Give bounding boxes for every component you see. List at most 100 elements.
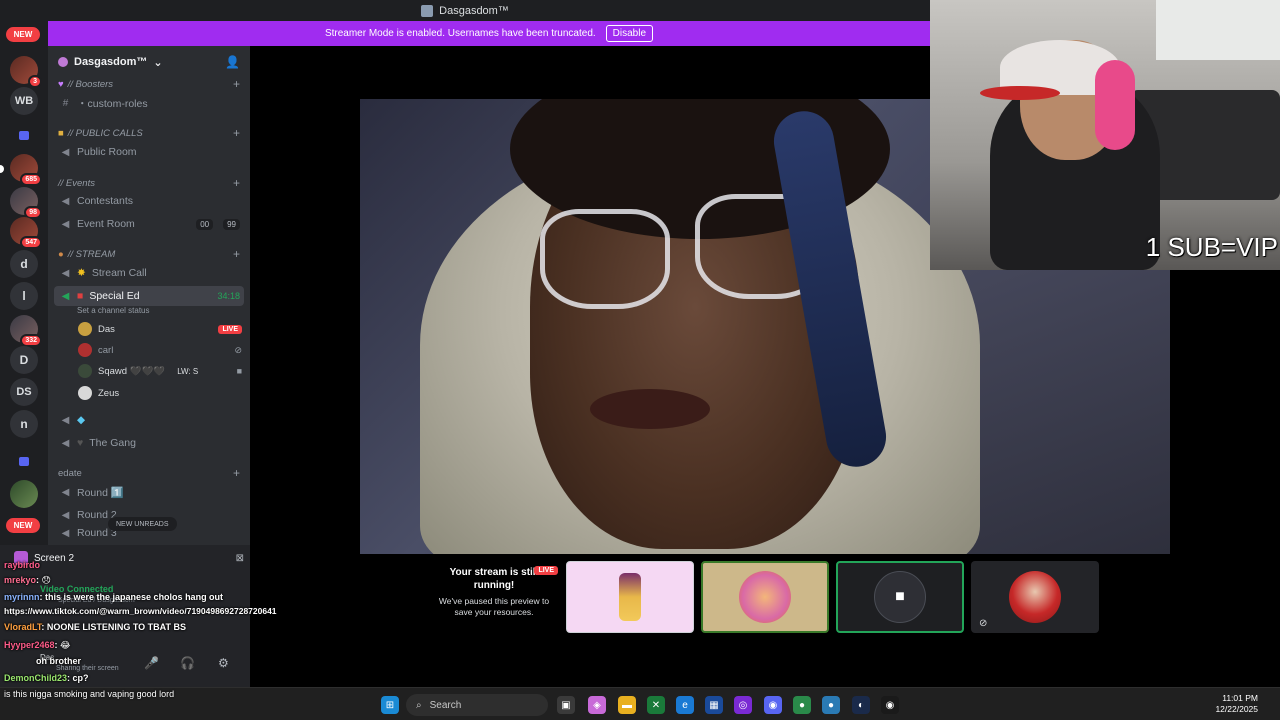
speaker-icon: ◀ [61,509,70,521]
headphones-icon [1095,60,1135,150]
channel-diamond[interactable]: ◀ ◆ [54,410,244,430]
chat-message: VloradLT: NOONE LISTENING TO TBAT BS [4,622,186,632]
server-d[interactable]: d [10,250,38,278]
server-icon[interactable] [10,480,38,508]
app-icon[interactable]: ◎ [734,696,752,714]
copilot-icon[interactable]: ◈ [588,696,606,714]
category-boosters[interactable]: ♥ // Boosters + [58,77,240,91]
voice-member[interactable]: Sqawd 🖤🖤🖤 LW: S ■ [78,362,242,380]
channel-stream-call[interactable]: ◀ ✸ Stream Call [54,263,244,283]
participant-tile[interactable] [566,561,694,633]
new-pill-bottom[interactable]: NEW [6,518,40,533]
plus-icon[interactable]: + [233,466,240,480]
guild-header[interactable]: Dasgasdom™ ⌄ 👤 [48,46,250,78]
system-clock[interactable]: 11:01 PM 12/22/2025 [1215,693,1258,715]
paused-body: We've paused this preview to save your r… [438,596,550,617]
channel-event-room[interactable]: ◀ Event Room 00 99 [54,214,244,234]
chat-user: mrekyo [4,575,37,585]
headphones-icon[interactable]: 🎧 [180,656,195,670]
channel-contestants[interactable]: ◀ Contestants [54,191,244,211]
server-icon[interactable]: 685 [10,154,42,186]
channel-label: The Gang [89,437,136,449]
file-explorer-icon[interactable]: ▬ [618,696,636,714]
gear-icon[interactable]: ⚙ [218,656,229,670]
add-user-icon[interactable]: 👤 [225,55,240,69]
edge-icon[interactable]: e [676,696,694,714]
disable-streamer-mode-button[interactable]: Disable [605,25,654,42]
server-D[interactable]: D [10,346,38,374]
call-timer: 34:18 [217,291,240,301]
participant-tile[interactable]: ⊘ [971,561,1099,633]
user-count-current: 00 [196,218,214,230]
store-icon[interactable]: ▦ [705,696,723,714]
app-icon [421,4,434,17]
server-icon[interactable]: 332 [10,315,42,347]
server-n[interactable]: n [10,410,38,438]
avatar [1009,571,1061,623]
participant-tile[interactable] [701,561,829,633]
live-badge: LIVE [534,566,558,575]
chat-message: DemonChild23: cp? [4,673,89,683]
folder-icon[interactable] [10,447,38,475]
server-ds[interactable]: DS [10,378,38,406]
lock-icon: ■ [58,127,64,139]
sharing-status: Sharing their screen [56,665,119,672]
category-public-calls[interactable]: ■ // PUBLIC CALLS + [58,126,240,140]
microphone-icon[interactable]: 🎤 [144,656,159,670]
voice-member[interactable]: Zeus [78,384,242,402]
close-icon[interactable]: ⊠ [236,553,244,564]
obs-icon[interactable]: ◉ [881,696,899,714]
chrome-icon[interactable]: ● [793,696,811,714]
muted-icon: ⊘ [979,618,988,629]
new-pill-top[interactable]: NEW [6,27,40,42]
server-icon[interactable]: 547 [10,217,42,249]
search-icon: ⌕ [416,699,422,711]
channel-public-room[interactable]: ◀ Public Room [54,142,244,162]
task-view-icon[interactable]: ▣ [557,696,575,714]
category-edate[interactable]: edate + [58,466,240,480]
plus-icon[interactable]: + [233,77,240,91]
discord-icon[interactable]: ◉ [764,696,782,714]
badge-count: 547 [20,236,42,249]
channel-round-1[interactable]: ◀ Round 1️⃣ [54,482,244,502]
screen-share-popout[interactable]: Screen 2 ⊠ [6,545,244,571]
server-icon[interactable]: 3 [10,56,42,88]
stream-paused-notice: LIVE Your stream is still running! We've… [432,566,558,632]
category-stream[interactable]: ● // STREAM + [58,247,240,261]
chat-text: is this nigga smoking and vaping good lo… [4,689,175,699]
chat-text: : this is were the japanese cholos hang … [39,592,224,602]
character-figure [619,573,641,621]
user-count-limit: 99 [223,218,240,230]
camera-icon: ■ [236,366,242,376]
channel-the-gang[interactable]: ◀ ♥ The Gang [54,433,244,453]
server-l[interactable]: l [10,282,38,310]
member-name: Zeus [98,387,120,399]
avatar [78,343,92,357]
facecam-overlay: 1 SUB=VIP [930,0,1280,270]
category-label: edate [58,467,82,479]
plus-icon[interactable]: + [233,126,240,140]
plus-icon[interactable]: + [233,176,240,190]
channel-status[interactable]: Set a channel status [77,306,150,315]
windows-start-icon[interactable]: ⊞ [381,696,399,714]
voice-member[interactable]: Das LIVE [78,320,242,338]
steam-icon[interactable]: ◐ [852,696,870,714]
category-events[interactable]: // Events + [58,176,240,190]
chat-user: VloradLT [4,622,42,632]
channel-special-ed[interactable]: ◀ ■ Special Ed 34:18 [54,286,244,306]
new-unreads-pill[interactable]: NEW UNREADS [108,517,177,531]
server-wb[interactable]: WB [10,87,38,115]
server-icon[interactable]: 98 [10,187,42,219]
plus-icon[interactable]: + [233,247,240,261]
folder-icon[interactable] [10,121,38,149]
voice-member[interactable]: carl ⊘ [78,341,242,359]
participant-tile[interactable]: ■ [836,561,964,633]
chat-text: : cp? [67,673,89,683]
taskbar-search[interactable]: ⌕ Search [406,694,548,716]
guild-name: Dasgasdom™ [74,56,148,68]
chrome-profile-icon[interactable]: ● [822,696,840,714]
channel-custom-roles[interactable]: # ・custom-roles [54,93,244,113]
cap-brim [980,86,1060,100]
xbox-icon[interactable]: ✕ [647,696,665,714]
channel-label: Public Room [77,146,137,158]
